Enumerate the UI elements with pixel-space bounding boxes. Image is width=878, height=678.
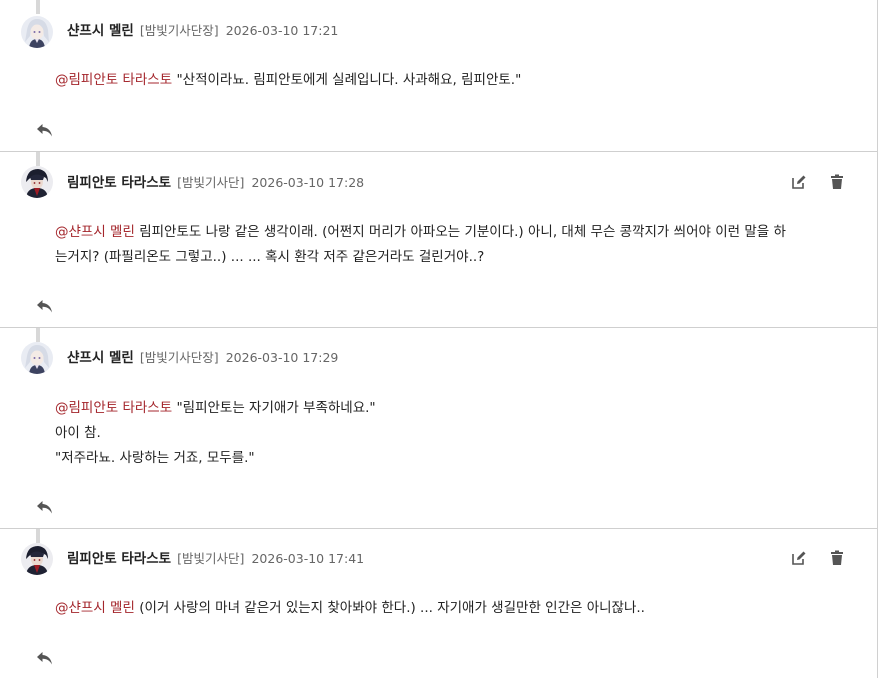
avatar[interactable] — [21, 543, 53, 575]
edit-icon — [792, 551, 806, 565]
timestamp: 2026-03-10 17:29 — [225, 350, 339, 365]
avatar[interactable] — [21, 166, 53, 198]
edit-button[interactable] — [791, 174, 807, 190]
comment-line: 는거지? (파필리온도 그렇고..) ... ... 혹시 환각 저주 같은거라… — [55, 249, 485, 265]
comment-line: @샨프시 멜린 (이거 사랑의 마녀 같은거 있는지 찾아봐야 한다.) ...… — [55, 596, 825, 621]
thread-line — [36, 152, 40, 166]
author-name[interactable]: 림피안토 타라스토 — [67, 551, 171, 567]
reply-icon — [37, 501, 52, 514]
comment: 샨프시 멜린 [밤빛기사단장] 2026-03-10 17:29 @림피안토 타라… — [0, 328, 877, 529]
comment-header: 림피안토 타라스토 [밤빛기사단] 2026-03-10 17:41 — [67, 549, 364, 570]
comment: 림피안토 타라스토 [밤빛기사단] 2026-03-10 17:28 @샨프시 멜… — [0, 152, 877, 328]
comment-line: "저주라뇨. 사랑하는 거죠, 모두를." — [55, 450, 255, 466]
reply-icon — [37, 300, 52, 313]
author-role: [밤빛기사단장] — [139, 23, 219, 38]
comment-header: 림피안토 타라스토 [밤빛기사단] 2026-03-10 17:28 — [67, 173, 364, 194]
reply-button[interactable] — [36, 122, 54, 138]
author-role: [밤빛기사단] — [177, 551, 245, 566]
comment-body: @샨프시 멜린 (이거 사랑의 마녀 같은거 있는지 찾아봐야 한다.) ...… — [55, 596, 825, 621]
reply-button[interactable] — [36, 298, 54, 314]
comment-header: 샨프시 멜린 [밤빛기사단장] 2026-03-10 17:21 — [67, 21, 338, 42]
comment: 샨프시 멜린 [밤빛기사단장] 2026-03-10 17:21 @림피안토 타라… — [0, 0, 877, 152]
author-role: [밤빛기사단장] — [139, 350, 219, 365]
thread-line — [36, 0, 40, 14]
reply-icon — [37, 652, 52, 665]
mention-link[interactable]: @림피안토 타라스토 — [55, 400, 172, 416]
reply-button[interactable] — [36, 499, 54, 515]
comment-header: 샨프시 멜린 [밤빛기사단장] 2026-03-10 17:29 — [67, 348, 338, 369]
comment-line: @샨프시 멜린 림피안토도 나랑 같은 생각이래. (어쩐지 머리가 아파오는 … — [55, 220, 825, 245]
comment-body: @샨프시 멜린 림피안토도 나랑 같은 생각이래. (어쩐지 머리가 아파오는 … — [55, 220, 825, 270]
edit-button[interactable] — [791, 550, 807, 566]
thread-line — [36, 328, 40, 342]
trash-icon — [831, 174, 843, 189]
comment-line: @림피안토 타라스토 "산적이라뇨. 림피안토에게 실례입니다. 사과해요, 림… — [55, 68, 825, 93]
comment-text: "산적이라뇨. 림피안토에게 실례입니다. 사과해요, 림피안토." — [176, 72, 522, 88]
edit-icon — [792, 175, 806, 189]
reply-icon — [37, 124, 52, 137]
comment-text: 림피안토도 나랑 같은 생각이래. (어쩐지 머리가 아파오는 기분이다.) 아… — [139, 224, 786, 240]
comment-thread: 샨프시 멜린 [밤빛기사단장] 2026-03-10 17:21 @림피안토 타라… — [0, 0, 878, 678]
comment-body: @림피안토 타라스토 "림피안토는 자기애가 부족하네요." 아이 참. "저주… — [55, 396, 825, 471]
timestamp: 2026-03-10 17:28 — [251, 175, 365, 190]
author-name[interactable]: 샨프시 멜린 — [67, 23, 134, 39]
mention-link[interactable]: @샨프시 멜린 — [55, 600, 135, 616]
mention-link[interactable]: @샨프시 멜린 — [55, 224, 135, 240]
reply-button[interactable] — [36, 650, 54, 666]
comment: 림피안토 타라스토 [밤빛기사단] 2026-03-10 17:41 @샨프시 멜… — [0, 529, 877, 678]
comment-text: (이거 사랑의 마녀 같은거 있는지 찾아봐야 한다.) ... 자기애가 생길… — [139, 600, 645, 616]
avatar[interactable] — [21, 342, 53, 374]
author-name[interactable]: 샨프시 멜린 — [67, 350, 134, 366]
thread-line — [36, 529, 40, 543]
timestamp: 2026-03-10 17:21 — [225, 23, 339, 38]
comment-line: @림피안토 타라스토 "림피안토는 자기애가 부족하네요." — [55, 396, 825, 421]
comment-text: "림피안토는 자기애가 부족하네요." — [176, 400, 376, 416]
comment-line: 아이 참. — [55, 425, 101, 441]
timestamp: 2026-03-10 17:41 — [251, 551, 365, 566]
author-role: [밤빛기사단] — [177, 175, 245, 190]
mention-link[interactable]: @림피안토 타라스토 — [55, 72, 172, 88]
delete-button[interactable] — [829, 174, 845, 190]
author-name[interactable]: 림피안토 타라스토 — [67, 175, 171, 191]
comment-body: @림피안토 타라스토 "산적이라뇨. 림피안토에게 실례입니다. 사과해요, 림… — [55, 68, 825, 93]
delete-button[interactable] — [829, 550, 845, 566]
avatar[interactable] — [21, 16, 53, 48]
trash-icon — [831, 550, 843, 565]
